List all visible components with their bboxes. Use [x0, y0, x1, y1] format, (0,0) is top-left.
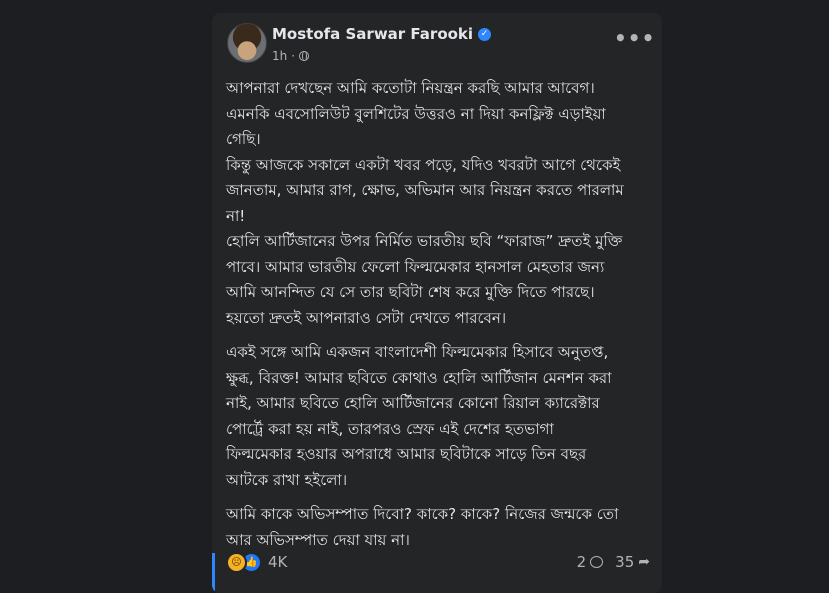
post-text-line: ফিল্মমেকার হওয়ার অপরাধে আমার ছবিটাকে সা… — [226, 445, 587, 463]
post-paragraph: একই সঙ্গে আমি একজন বাংলাদেশী ফিল্মমেকার … — [226, 340, 654, 493]
post-paragraph: আপনারা দেখছেন আমি কতোটা নিয়ন্ত্রন করছি … — [226, 76, 654, 331]
reaction-count[interactable]: 4K — [268, 553, 287, 571]
comment-icon[interactable] — [590, 556, 604, 568]
post-text-line: কিন্তু আজকে সকালে একটা খবর পড়ে, যদিও খব… — [226, 155, 621, 174]
post-text-line: আটকে রাখা হইলো। — [226, 470, 348, 489]
share-icon[interactable]: ➦ — [638, 554, 650, 570]
reactions-row: ☹ 👍 4K 2 35 ➦ — [226, 551, 650, 573]
post-paragraph: আমি কাকে অভিসম্পাত দিবো? কাকে? কাকে? নিজ… — [226, 502, 654, 553]
post-card: Mostofa Sarwar Farooki ✓ 1h · ••• আপনারা… — [212, 13, 662, 593]
post-text-line: জানতাম, আমার রাগ, ক্ষোভ, অভিমান আর নিয়ন… — [226, 181, 624, 199]
more-options-button[interactable]: ••• — [614, 28, 654, 53]
post-text-line: গেছি। — [226, 130, 261, 148]
post-meta: 1h · — [272, 49, 310, 63]
post-body: আপনারা দেখছেন আমি কতোটা নিয়ন্ত্রন করছি … — [226, 76, 654, 562]
post-text-line: হয়তো দ্রুতই আপনারাও সেটা দেখতে পারবেন। — [226, 308, 507, 327]
author-row: Mostofa Sarwar Farooki ✓ — [272, 25, 492, 43]
engagement-counts: 2 35 ➦ — [577, 553, 650, 571]
comment-count[interactable]: 2 — [577, 553, 587, 571]
post-text-line: হোলি আর্টিজানের উপর নির্মিত ভারতীয় ছবি … — [226, 232, 623, 250]
post-text-line: না! — [226, 206, 246, 225]
post-text-line: পোর্ট্রে করা হয় নাই, তারপরও স্রেফ এই দে… — [226, 419, 554, 438]
globe-icon[interactable] — [299, 51, 310, 61]
meta-separator: · — [291, 49, 296, 63]
author-name[interactable]: Mostofa Sarwar Farooki — [272, 25, 473, 43]
post-text-line: একই সঙ্গে আমি একজন বাংলাদেশী ফিল্মমেকার … — [226, 343, 609, 361]
post-header: Mostofa Sarwar Farooki ✓ 1h · ••• — [227, 23, 654, 71]
avatar[interactable] — [227, 23, 267, 63]
post-text-line: আমি আনন্দিত যে সে তার ছবিটা শেষ করে মুক্… — [226, 283, 595, 301]
post-text-line: ক্ষুব্ধ, বিরক্ত! আমার ছবিতে কোথাও হোলি আ… — [226, 368, 612, 387]
post-text-line: নাই, আমার ছবিতে হোলি আর্টিজানের কোনো রিয… — [226, 394, 600, 412]
post-time[interactable]: 1h — [272, 49, 287, 63]
post-text-line: আর অভিসম্পাত দেয়া যায় না। — [226, 530, 410, 549]
accent-bar — [212, 553, 215, 593]
reaction-icons[interactable]: ☹ 👍 — [226, 551, 262, 573]
verified-badge-icon: ✓ — [478, 27, 492, 41]
post-text-line: এমনকি এবসোলিউট বুলশিটের উত্তরও না দিয়া … — [226, 104, 606, 123]
post-text-line: পাবে। আমার ভারতীয় ফেলো ফিল্মমেকার হানসা… — [226, 257, 605, 276]
sad-reaction-icon: ☹ — [226, 551, 247, 573]
post-text-line: আমি কাকে অভিসম্পাত দিবো? কাকে? কাকে? নিজ… — [226, 505, 619, 523]
share-count[interactable]: 35 — [615, 553, 634, 571]
post-text-line: আপনারা দেখছেন আমি কতোটা নিয়ন্ত্রন করছি … — [226, 79, 595, 97]
